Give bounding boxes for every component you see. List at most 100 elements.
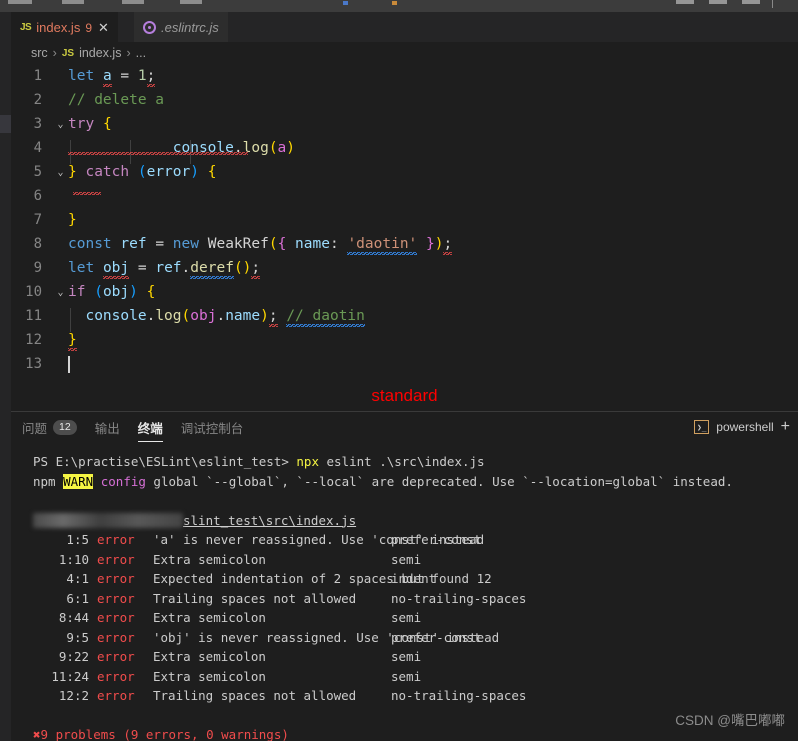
fold-icon[interactable]: ⌄	[53, 119, 68, 130]
close-button[interactable]	[742, 0, 760, 4]
error-severity: error	[89, 608, 153, 628]
code-editor[interactable]: 1 let a = 1; 2 // delete a 3 ⌄ try { 4 c…	[11, 64, 798, 382]
tab-eslintrc-js[interactable]: .eslintrc.js	[134, 12, 228, 42]
terminal-output[interactable]: PS E:\practise\ESLint\eslint_test> npx e…	[11, 442, 798, 741]
titlebar-dot-orange	[392, 1, 397, 5]
terminal-prompt-icon: ❯_	[694, 420, 709, 434]
error-severity: error	[89, 569, 153, 589]
titlebar-ghost-4	[180, 0, 202, 4]
token-paren: )	[260, 308, 269, 324]
code-line: 7 }	[11, 208, 798, 232]
panel-tab-terminal[interactable]: 终端	[138, 412, 163, 442]
editor-tab-strip: JS index.js 9 ✕ .eslintrc.js	[11, 12, 798, 42]
token-keyword: catch	[85, 164, 129, 180]
code-line: 11 console.log(obj.name); // daotin	[11, 304, 798, 328]
token-variable: ref	[155, 260, 181, 276]
new-terminal-icon[interactable]: +	[781, 418, 790, 436]
token-operator: =	[155, 236, 164, 252]
panel-tab-output[interactable]: 输出	[95, 412, 120, 442]
error-location: 8:44	[33, 608, 89, 628]
token-property: name	[295, 236, 330, 252]
text-cursor	[68, 356, 70, 373]
error-message: Extra semicolon	[153, 608, 391, 628]
shell-prompt: PS E:\practise\ESLint\eslint_test>	[33, 454, 289, 469]
minimize-button[interactable]	[676, 0, 694, 4]
terminal-command-line: PS E:\practise\ESLint\eslint_test> npx e…	[33, 452, 798, 472]
breadcrumb-root[interactable]: src	[31, 46, 48, 60]
tab-label: index.js	[36, 20, 80, 35]
activity-bar[interactable]	[0, 12, 11, 741]
error-location: 1:10	[33, 550, 89, 570]
close-icon[interactable]: ✕	[98, 21, 109, 34]
code-line: 8 const ref = new WeakRef({ name: 'daoti…	[11, 232, 798, 256]
code-line: 9 let obj = ref.deref();	[11, 256, 798, 280]
error-rule: no-trailing-spaces	[391, 686, 526, 706]
npm-label: npm	[33, 474, 56, 489]
line-number: 4	[11, 140, 53, 156]
panel-tab-problems[interactable]: 问题 12	[22, 412, 77, 442]
terminal-warn-line: npm WARN config global `--global`, `--lo…	[33, 472, 798, 492]
code-text: const ref = new WeakRef({ name: 'daotin'…	[68, 236, 798, 252]
shell-name[interactable]: powershell	[716, 420, 773, 434]
error-severity: error	[89, 550, 153, 570]
token-variable: obj	[190, 308, 216, 324]
tab-error-badge: 9	[85, 21, 92, 35]
breadcrumb-file[interactable]: index.js	[79, 46, 121, 60]
terminal-error-row: 4:1errorExpected indentation of 2 spaces…	[33, 569, 798, 589]
token-semicolon: ;	[443, 236, 452, 252]
title-bar	[0, 0, 798, 12]
line-number: 8	[11, 236, 53, 252]
code-text: try {	[68, 116, 798, 132]
token-number: 1	[138, 68, 147, 84]
token-keyword: const	[68, 236, 112, 252]
fold-icon[interactable]: ⌄	[53, 167, 68, 178]
token-paren: (	[269, 140, 278, 156]
tab-index-js[interactable]: JS index.js 9 ✕	[11, 12, 118, 42]
token-string: 'daotin'	[347, 236, 417, 252]
warn-config-label: config	[101, 474, 146, 489]
token-paren: )	[190, 164, 199, 180]
code-text: console.log(obj.name); // daotin	[68, 308, 798, 324]
code-line: 10 ⌄ if (obj) {	[11, 280, 798, 304]
token-brace: {	[278, 236, 287, 252]
warn-badge: WARN	[63, 474, 93, 489]
token-keyword: if	[68, 284, 85, 300]
code-text: let obj = ref.deref();	[68, 260, 798, 276]
error-squiggle	[73, 192, 101, 195]
token-colon: :	[330, 236, 339, 252]
code-text: }	[68, 332, 798, 348]
summary-text: 9 problems (9 errors, 0 warnings)	[41, 727, 289, 741]
fold-icon[interactable]: ⌄	[53, 287, 68, 298]
token-paren: (	[269, 236, 278, 252]
breadcrumb[interactable]: src › JS index.js › ...	[11, 42, 798, 64]
js-file-icon: JS	[20, 22, 31, 33]
line-number: 11	[11, 308, 53, 324]
error-message: Trailing spaces not allowed	[153, 589, 391, 609]
maximize-button[interactable]	[709, 0, 727, 4]
code-text: let a = 1;	[68, 68, 798, 84]
titlebar-separator	[772, 0, 773, 8]
breadcrumb-symbol[interactable]: ...	[136, 46, 146, 60]
token-object: console	[85, 308, 146, 324]
tab-label: .eslintrc.js	[161, 20, 219, 35]
token-operator: =	[120, 68, 129, 84]
error-message: 'obj' is never reassigned. Use 'const' i…	[153, 628, 391, 648]
panel-tab-label: 问题	[22, 418, 47, 437]
token-variable: ref	[120, 236, 146, 252]
activity-bar-active-indicator	[0, 115, 11, 133]
titlebar-dot-blue	[343, 1, 348, 5]
problems-count-badge: 12	[53, 420, 77, 435]
panel-actions: ❯_ powershell +	[694, 412, 790, 442]
error-cross-icon: ✖	[33, 727, 41, 741]
chevron-right-icon: ›	[53, 46, 57, 60]
code-line-active: 13	[11, 352, 798, 376]
line-number: 12	[11, 332, 53, 348]
token-variable: obj	[103, 260, 129, 276]
watermark: CSDN @嘴巴嘟嘟	[675, 709, 785, 729]
error-location: 6:1	[33, 589, 89, 609]
error-message: Expected indentation of 2 spaces but fou…	[153, 569, 391, 589]
panel-tab-debug-console[interactable]: 调试控制台	[181, 412, 244, 442]
token-paren: (	[138, 164, 147, 180]
code-line: 5 ⌄ } catch (error) {	[11, 160, 798, 184]
token-paren: )	[129, 284, 138, 300]
